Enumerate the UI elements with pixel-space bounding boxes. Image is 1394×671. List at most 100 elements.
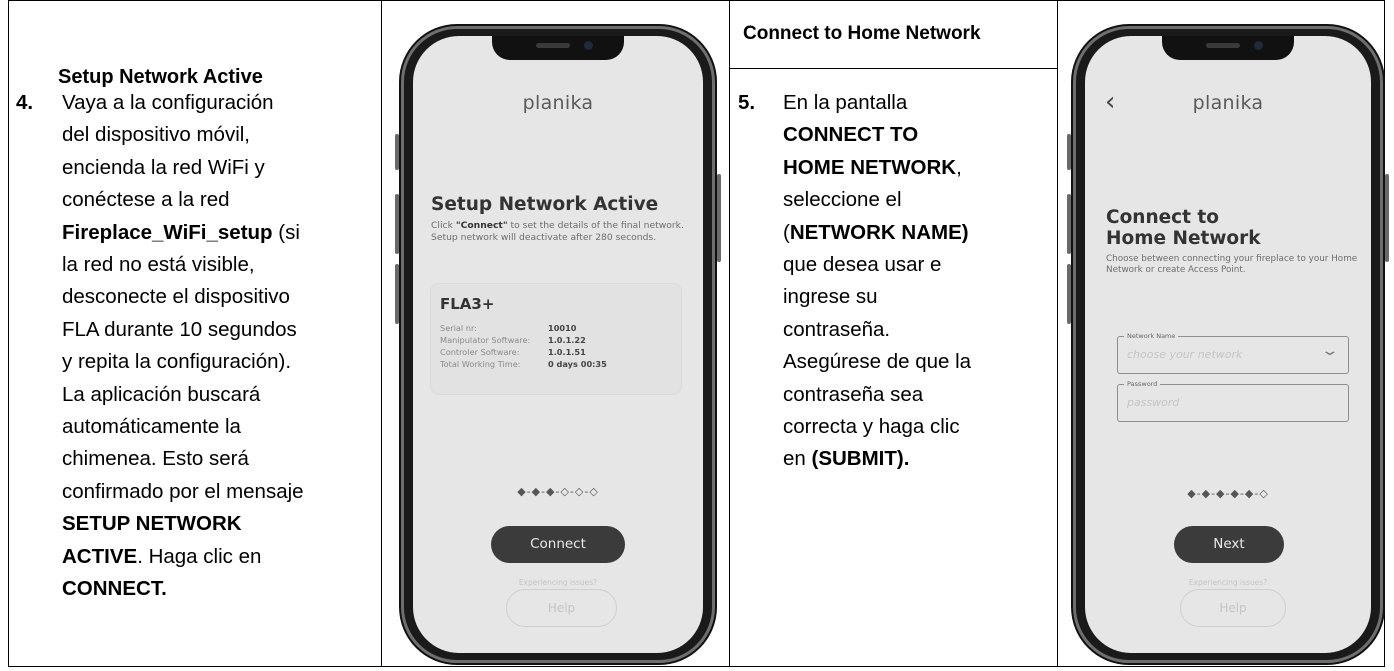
- manipulator-software-value: 1.0.1.22: [548, 335, 586, 345]
- instruction-line: Vaya a la configuración: [62, 87, 372, 119]
- step-number: 4.: [16, 91, 34, 114]
- instruction-text: y repita la configuración).: [62, 350, 292, 374]
- phone-volume-down: [1067, 264, 1071, 324]
- instruction-text: contraseña.: [783, 317, 891, 341]
- instruction-line: seleccione el: [783, 184, 1045, 216]
- instruction-line: SETUP NETWORK: [62, 508, 372, 540]
- instruction-line: ACTIVE. Haga clic en: [62, 541, 372, 573]
- step-5-instructions: 5. En la pantalla CONNECT TO HOME NETWORK,…: [738, 87, 1048, 567]
- instruction-text: chimenea. Esto será: [62, 447, 249, 471]
- instruction-text: encienda la red WiFi y: [62, 155, 265, 179]
- instruction-text: del dispositivo móvil,: [62, 123, 250, 147]
- manipulator-software-label: Manipulator Software:: [440, 335, 531, 345]
- chevron-down-icon[interactable]: ⌄: [1321, 343, 1340, 359]
- camera-icon: [584, 41, 593, 50]
- network-name-field[interactable]: Network Name choose your network ⌄: [1117, 331, 1349, 374]
- instruction-line: la red no está visible,: [62, 249, 372, 281]
- phone-connect-home: ‹ planika Connect to Home Network Choose…: [1067, 24, 1389, 665]
- planika-logo: planika: [1192, 92, 1264, 114]
- instruction-bold-text: ACTIVE: [62, 544, 138, 568]
- table-border-top: [8, 0, 1385, 1]
- instruction-line: correcta y haga clic: [783, 411, 1045, 443]
- instruction-text: desconecte el dispositivo: [62, 285, 290, 309]
- working-time-value: 0 days 00:35: [548, 359, 607, 369]
- instruction-bold-text: (SUBMIT).: [811, 447, 910, 471]
- instruction-line: HOME NETWORK,: [783, 152, 1045, 184]
- working-time-label: Total Working Time:: [440, 359, 521, 369]
- instruction-line: encienda la red WiFi y: [62, 152, 372, 184]
- password-field[interactable]: Password password: [1117, 379, 1349, 422]
- instruction-text: correcta y haga clic: [783, 415, 960, 439]
- progress-indicator: ◆-◆-◆-◆-◆-◇: [1187, 487, 1269, 500]
- desc-before: Click: [431, 220, 456, 231]
- connect-button[interactable]: Connect: [491, 526, 625, 563]
- instruction-line: conéctese a la red: [62, 184, 372, 216]
- progress-indicator: ◆-◆-◆-◇-◇-◇: [517, 485, 599, 498]
- instruction-text: . Haga clic en: [137, 544, 262, 568]
- controller-software-label: Controler Software:: [440, 347, 520, 357]
- instruction-line: Fireplace_WiFi_setup (si: [62, 217, 372, 249]
- instruction-line: CONNECT TO: [783, 119, 1045, 151]
- instruction-line: chimenea. Esto será: [62, 443, 372, 475]
- instruction-line: (NETWORK NAME): [783, 217, 1045, 249]
- instruction-text: en: [783, 447, 812, 471]
- speaker-icon: [536, 43, 570, 48]
- table-divider-3: [1057, 0, 1058, 667]
- phone-power-button: [1385, 174, 1389, 262]
- phone-side-button: [1067, 134, 1071, 170]
- instruction-text: seleccione el: [783, 188, 902, 212]
- instruction-line: en (SUBMIT).: [783, 443, 1045, 475]
- screen-connect-home: ‹ planika Connect to Home Network Choose…: [1085, 36, 1371, 653]
- instruction-line: ingrese su: [783, 281, 1045, 313]
- device-serial-value: 10010: [548, 323, 577, 333]
- step-4-paragraph: Vaya a la configuración del dispositivo m…: [62, 87, 372, 606]
- instruction-text: Vaya a la configuración: [62, 91, 274, 114]
- screen-title-line2: Home Network: [1106, 228, 1261, 249]
- header-divider: [730, 68, 1057, 69]
- phone-side-button: [395, 134, 399, 170]
- help-button[interactable]: Help: [506, 589, 617, 627]
- cell-title-connect-home: Connect to Home Network: [743, 23, 981, 44]
- instruction-line: y repita la configuración).: [62, 346, 372, 378]
- instruction-line: Asegúrese de que la: [783, 346, 1045, 378]
- instruction-text: Asegúrese de que la: [783, 350, 972, 374]
- instruction-line: CONNECT.: [62, 573, 372, 605]
- next-button[interactable]: Next: [1174, 526, 1284, 563]
- instruction-line: contraseña.: [783, 314, 1045, 346]
- instruction-line: En la pantalla: [783, 87, 1045, 119]
- instruction-bold-text: SETUP NETWORK: [62, 512, 242, 536]
- screen-title: Setup Network Active: [431, 194, 659, 215]
- instruction-text: (si: [272, 220, 300, 244]
- desc-connect-bold: "Connect": [455, 220, 508, 231]
- table-border-left: [8, 0, 9, 667]
- instruction-line: FLA durante 10 segundos: [62, 314, 372, 346]
- cell-title-setup-network: Setup Network Active: [58, 66, 263, 88]
- instruction-line: contraseña sea: [783, 379, 1045, 411]
- table-divider-1: [381, 0, 382, 667]
- experiencing-issues-text: Experiencing issues?: [1188, 578, 1268, 587]
- instruction-line: automáticamente la: [62, 411, 372, 443]
- instruction-text: que desea usar e: [783, 253, 942, 277]
- instruction-bold-text: CONNECT.: [62, 577, 167, 601]
- device-info-card: FLA3+ Serial nr: 10010 Manipulator Softw…: [431, 284, 681, 394]
- device-name: FLA3+: [440, 295, 495, 313]
- instruction-line: del dispositivo móvil,: [62, 119, 372, 151]
- instruction-text: conéctese a la red: [62, 188, 230, 212]
- experiencing-issues-text: Experiencing issues?: [518, 578, 598, 587]
- step-4-instructions: 4. Vaya a la configuración del dispositiv…: [16, 87, 371, 667]
- instruction-text: la red no está visible,: [62, 253, 255, 277]
- phone-volume-up: [1067, 194, 1071, 254]
- device-serial-label: Serial nr:: [440, 323, 477, 333]
- instruction-text: ,: [956, 155, 962, 179]
- instruction-line: desconecte el dispositivo: [62, 281, 372, 313]
- instruction-text: La aplicación buscará: [62, 382, 261, 406]
- instruction-text: En la pantalla: [783, 91, 908, 114]
- instruction-bold-text: HOME NETWORK: [783, 155, 957, 179]
- phone-setup-network: planika Setup Network Active Click "Conn…: [395, 24, 721, 665]
- help-button[interactable]: Help: [1180, 589, 1286, 627]
- instruction-line: confirmado por el mensaje: [62, 476, 372, 508]
- phone-notch: [1162, 36, 1294, 60]
- camera-icon: [1254, 41, 1263, 50]
- instruction-bold-text: CONNECT TO: [783, 123, 919, 147]
- phone-volume-down: [395, 264, 399, 324]
